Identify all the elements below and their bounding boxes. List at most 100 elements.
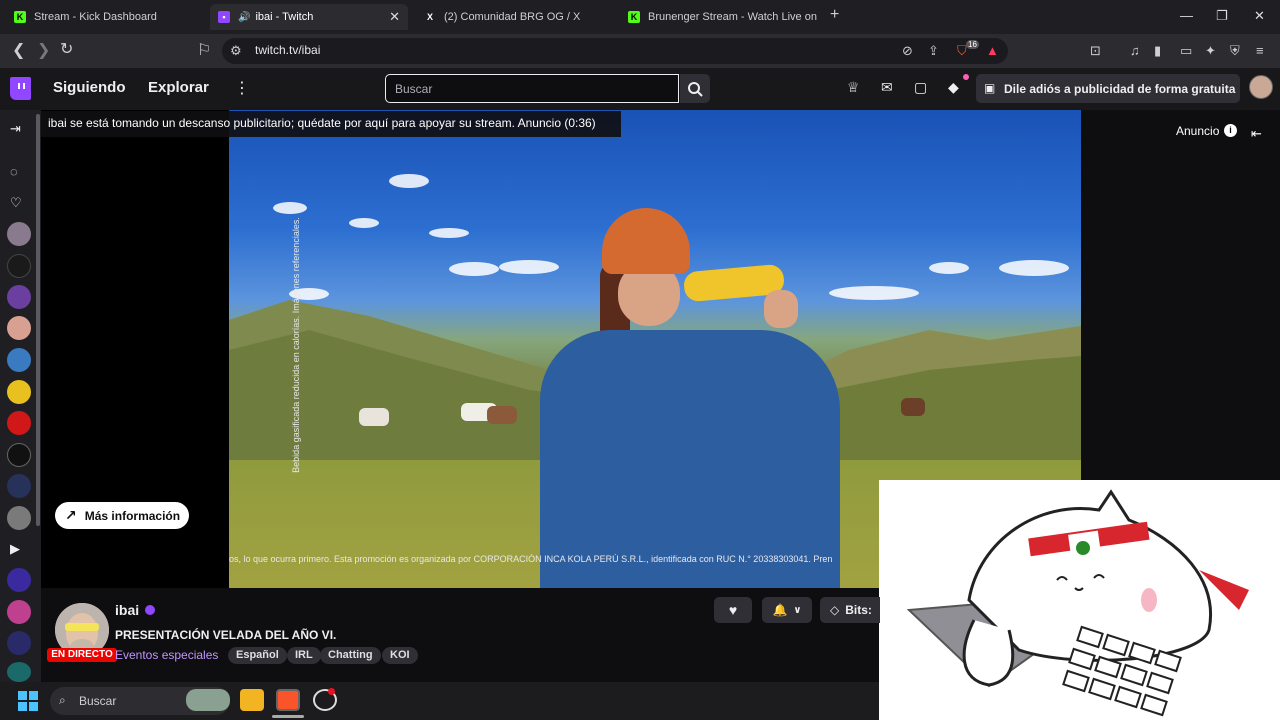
live-badge: EN DIRECTO	[47, 648, 117, 662]
channel-name[interactable]: ibai	[115, 602, 139, 618]
heart-icon: ♥	[728, 602, 738, 618]
sidebar-channel-avatar[interactable]	[7, 662, 31, 682]
forward-icon[interactable]: ❯	[37, 40, 50, 60]
brave-rewards-icon[interactable]: ▲	[986, 43, 999, 58]
sidebar-toggle-icon[interactable]: ▮	[1154, 43, 1161, 59]
reload-icon[interactable]: ↻	[60, 39, 73, 59]
tag-irl[interactable]: IRL	[287, 647, 321, 664]
recommended-icon[interactable]: ◌	[10, 164, 18, 179]
ad-free-label: Dile adiós a publicidad de forma gratuit…	[1004, 81, 1236, 96]
tab-twitch-ibai[interactable]: ▪ 🔊 ibai - Twitch ✕	[210, 4, 408, 30]
notification-dot	[963, 74, 969, 80]
weather-widget-icon[interactable]	[186, 689, 230, 711]
notifications-button[interactable]: 🔔 ∨	[762, 597, 812, 623]
whispers-icon[interactable]: ▢	[914, 79, 927, 96]
search-icon	[688, 81, 703, 97]
site-info-icon[interactable]: ⚙	[230, 43, 242, 59]
sidebar-channel-avatar[interactable]	[7, 348, 31, 372]
sidebar-channel-avatar[interactable]	[7, 474, 31, 498]
category-link[interactable]: Eventos especiales	[115, 648, 218, 662]
ad-woman-hand	[764, 290, 798, 328]
bell-icon: 🔔	[772, 603, 788, 617]
sidebar-channel-avatar[interactable]	[7, 506, 31, 530]
chevron-down-icon: ∨	[793, 604, 802, 616]
tag-chatting[interactable]: Chatting	[320, 647, 381, 664]
kick-icon: K	[628, 11, 640, 23]
sidebar-channel-avatar[interactable]	[7, 316, 31, 340]
follow-button[interactable]: ♥	[714, 597, 752, 623]
bits-label: Bits:	[845, 603, 872, 617]
nav-explore[interactable]: Explorar	[148, 79, 209, 96]
stream-title: PRESENTACIÓN VELADA DEL AÑO VI.	[115, 628, 337, 642]
brave-browser-icon[interactable]	[276, 689, 300, 711]
close-tab-icon[interactable]: ✕	[381, 9, 400, 25]
user-avatar[interactable]	[1249, 75, 1273, 99]
ad-label: Anuncio	[1176, 124, 1220, 138]
address-bar[interactable]	[222, 38, 1008, 64]
wallet-icon[interactable]: ▭	[1180, 43, 1192, 59]
audio-icon[interactable]: 🔊	[238, 12, 250, 23]
leo-ai-icon[interactable]: ✦	[1205, 43, 1216, 59]
file-explorer-icon[interactable]	[240, 689, 264, 711]
sidebar-channel-avatar[interactable]	[7, 568, 31, 592]
bits-icon[interactable]: ◆	[948, 79, 959, 96]
bookmark-icon[interactable]: ⚐	[197, 40, 211, 60]
bongo-cat-overlay	[879, 480, 1280, 720]
sidebar-channel-avatar[interactable]	[7, 380, 31, 404]
ad-break-banner: ibai se está tomando un descanso publici…	[41, 111, 621, 137]
close-window-icon[interactable]: ✕	[1254, 8, 1265, 24]
menu-icon[interactable]: ≡	[1256, 43, 1264, 58]
prime-crown-icon[interactable]: ♕	[847, 79, 860, 96]
tag-koi[interactable]: KOI	[382, 647, 418, 664]
more-info-button[interactable]: ↗ Más información	[55, 502, 189, 529]
tab-title: Brunenger Stream - Watch Live on Ki	[648, 11, 820, 23]
active-app-indicator	[272, 715, 304, 718]
recording-dot	[328, 688, 335, 695]
video-camera-icon[interactable]: ▶	[10, 541, 20, 557]
url-text[interactable]: twitch.tv/ibai	[255, 43, 320, 57]
sidebar-channel-avatar[interactable]	[7, 600, 31, 624]
collapse-chat-icon[interactable]: ⇤	[1251, 126, 1262, 142]
sidebar-channel-avatar[interactable]	[7, 254, 31, 278]
media-icon[interactable]: ♫	[1130, 43, 1140, 58]
info-icon[interactable]: i	[1224, 124, 1237, 137]
following-heart-icon[interactable]: ♡	[10, 195, 22, 211]
bits-button[interactable]: ◇ Bits:	[820, 597, 880, 623]
share-icon[interactable]: ⇪	[928, 43, 939, 59]
search-input[interactable]	[385, 74, 679, 103]
verified-icon	[145, 605, 155, 615]
ad-disclaimer-bottom: os, lo que ocurra primero. Esta promoció…	[229, 554, 833, 564]
restore-icon[interactable]: ❐	[1216, 8, 1228, 24]
nav-following[interactable]: Siguiendo	[53, 79, 126, 96]
vpn-icon[interactable]: ⛨	[1230, 43, 1240, 59]
ad-free-button[interactable]: ▣ Dile adiós a publicidad de forma gratu…	[976, 74, 1240, 103]
translate-off-icon[interactable]: ⊘	[902, 43, 913, 59]
sidebar-channel-avatar[interactable]	[7, 411, 31, 435]
sidebar-scrollbar[interactable]	[36, 114, 40, 526]
search-icon: ⌕	[59, 693, 66, 707]
more-options-icon[interactable]: ⋮	[234, 78, 250, 98]
sidebar-channel-avatar[interactable]	[7, 285, 31, 309]
bits-gem-icon: ◇	[830, 603, 840, 617]
minimize-icon[interactable]: —	[1180, 8, 1193, 23]
new-tab-icon[interactable]: +	[830, 6, 839, 24]
tab-brunenger-stream[interactable]: K Brunenger Stream - Watch Live on Ki	[620, 4, 820, 30]
tab-title: ibai - Twitch	[255, 11, 314, 23]
shields-count: 16	[966, 40, 979, 49]
expand-sidebar-icon[interactable]: ⇥	[10, 121, 21, 137]
sidebar-channel-avatar[interactable]	[7, 631, 31, 655]
back-icon[interactable]: ❮	[12, 40, 25, 60]
tab-kick-dashboard[interactable]: K Stream - Kick Dashboard	[6, 4, 206, 30]
screenshot-icon[interactable]: ⊡	[1090, 43, 1101, 59]
search-button[interactable]	[680, 74, 710, 103]
inbox-icon[interactable]: ✉	[881, 79, 893, 96]
sidebar-channel-avatar[interactable]	[7, 443, 31, 467]
more-info-label: Más información	[84, 508, 181, 523]
tab-x-community[interactable]: X (2) Comunidad BRG OG / X	[416, 4, 616, 30]
ad-woman-jacket	[540, 330, 840, 588]
windows-start-icon[interactable]	[18, 691, 38, 711]
sidebar-channel-avatar[interactable]	[7, 222, 31, 246]
twitch-logo-icon[interactable]	[10, 77, 31, 100]
tab-title: Stream - Kick Dashboard	[34, 11, 157, 23]
tag-espanol[interactable]: Español	[228, 647, 287, 664]
